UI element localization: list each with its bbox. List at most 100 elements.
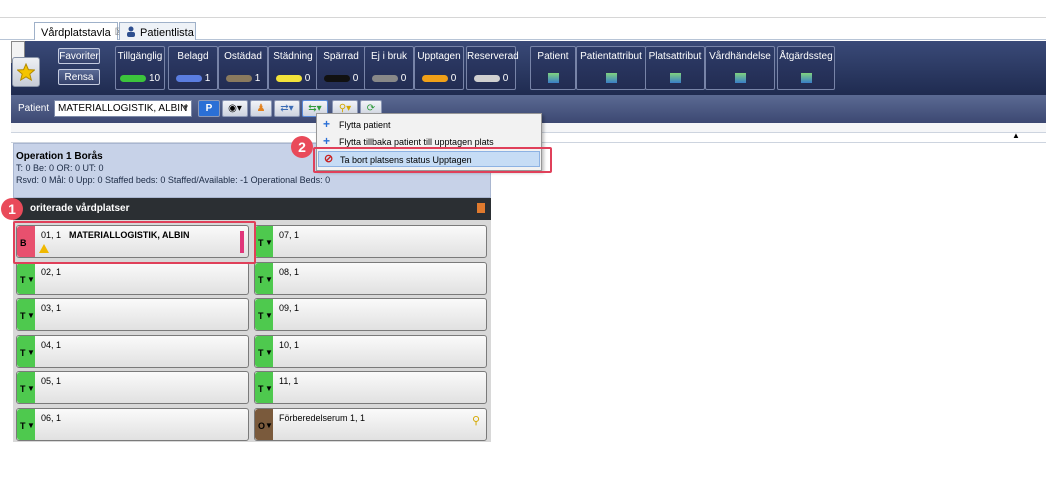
status-filter-label: Spärrad xyxy=(323,51,359,62)
status-filter-5[interactable]: Spärrad 0 xyxy=(316,46,366,90)
status-filter-8[interactable]: Reserverad 0 xyxy=(466,46,519,90)
bed-status-strip: O ▼ xyxy=(255,408,273,440)
patient-select[interactable]: MATERIALLOGISTIK, ALBIN ▾ xyxy=(54,100,192,117)
status-filter-indicator: 0 xyxy=(320,70,362,86)
status-color-pill xyxy=(175,74,202,82)
status-filter-11[interactable]: Platsattribut xyxy=(645,46,705,90)
bed-card[interactable]: T ▼ 02, 1 xyxy=(16,261,249,295)
bed-card[interactable]: T ▼ 09, 1 xyxy=(254,298,487,331)
status-count: 0 xyxy=(502,72,509,84)
patient-select-value: MATERIALLOGISTIK, ALBIN xyxy=(58,103,188,114)
bed-menu-arrow-icon[interactable]: ▼ xyxy=(27,311,35,320)
patient-label: Patient xyxy=(18,103,50,114)
status-filter-12[interactable]: Vårdhändelse xyxy=(705,46,775,90)
status-filter-7[interactable]: Upptagen 0 xyxy=(414,46,464,90)
bed-status-code: O xyxy=(258,420,266,431)
status-filter-10[interactable]: Patientattribut xyxy=(576,46,646,90)
tab-label: Patientlista xyxy=(140,26,194,39)
note-icon[interactable] xyxy=(477,203,485,213)
status-count: 1 xyxy=(254,72,261,84)
bed-id: Förberedelserum 1, 1 xyxy=(279,412,366,423)
bed-menu-arrow-icon[interactable]: ▼ xyxy=(27,348,35,357)
plus-icon: + xyxy=(323,134,331,148)
status-color-pill xyxy=(473,74,500,82)
bed-status-code: T xyxy=(20,274,26,285)
bed-card[interactable]: T ▼ 06, 1 xyxy=(16,407,249,441)
bed-status-strip: T ▼ xyxy=(255,226,273,257)
transfer-icon: ⇄▾ xyxy=(280,103,294,114)
bed-menu-arrow-icon[interactable]: ▼ xyxy=(265,238,273,247)
bed-status-code: T xyxy=(258,347,264,358)
status-filter-1[interactable]: Tillgänglig 10 xyxy=(115,46,165,90)
attribute-icon xyxy=(800,73,812,83)
bed-status-code: T xyxy=(258,311,264,321)
parking-p-button[interactable]: P xyxy=(198,100,220,117)
bed-status-strip: T ▼ xyxy=(17,408,35,440)
status-filter-indicator: 0 xyxy=(470,70,512,86)
status-filter-label: Vårdhändelse xyxy=(709,51,771,62)
status-filter-4[interactable]: Städning 0 xyxy=(268,46,318,90)
tab-vardplatstavla[interactable]: Vårdplatstavla ☒ xyxy=(34,22,124,40)
bed-id: 03, 1 xyxy=(41,303,62,313)
attribute-icon xyxy=(547,73,559,83)
person-add-icon: ♟ xyxy=(256,103,266,114)
bed-group-header[interactable]: oriterade vårdplatser xyxy=(13,198,491,220)
bed-label: 02, 1 xyxy=(41,267,61,277)
status-filter-label: Tillgänglig xyxy=(117,51,163,62)
bed-menu-arrow-icon[interactable]: ▼ xyxy=(27,275,35,284)
bed-menu-arrow-icon[interactable]: ▼ xyxy=(265,384,273,393)
bed-card[interactable]: T ▼ 08, 1 xyxy=(254,261,487,295)
tab-patientlista[interactable]: Patientlista xyxy=(119,22,196,40)
bed-label: 09, 1 xyxy=(279,303,299,313)
bed-menu-arrow-icon[interactable]: ▼ xyxy=(27,421,35,430)
status-filter-6[interactable]: Ej i bruk 0 xyxy=(364,46,414,90)
bed-menu-arrow-icon[interactable]: ▼ xyxy=(265,348,273,357)
status-filter-indicator: 10 xyxy=(119,70,161,86)
status-filter-13[interactable]: Åtgärdssteg xyxy=(777,46,835,90)
favorites-button[interactable]: Favoriter xyxy=(58,48,100,64)
bed-status-strip: T ▼ xyxy=(255,299,273,330)
bed-card[interactable]: T ▼ 07, 1 xyxy=(254,225,487,258)
status-filter-label: Patient xyxy=(537,51,569,62)
bed-menu-arrow-icon[interactable]: ▼ xyxy=(27,384,35,393)
status-filter-label: Ej i bruk xyxy=(370,51,408,62)
view-dropdown-button[interactable]: ◉▾ xyxy=(222,100,248,117)
status-filter-indicator: 1 xyxy=(172,70,214,86)
bed-id: 07, 1 xyxy=(279,230,300,240)
bed-menu-arrow-icon[interactable]: ▼ xyxy=(265,275,273,284)
bed-card[interactable]: T ▼ 05, 1 xyxy=(16,371,249,404)
bed-id: 06, 1 xyxy=(41,412,62,423)
bed-card[interactable]: T ▼ 11, 1 xyxy=(254,371,487,404)
menu-item-move-patient[interactable]: + Flytta patient xyxy=(318,117,540,133)
attribute-icon xyxy=(605,73,617,83)
transfer-dropdown-button[interactable]: ⇄▾ xyxy=(274,100,300,117)
tabs-row: Vårdplatstavla ☒ Patientlista xyxy=(0,18,1046,40)
bed-status-code: T xyxy=(258,238,264,248)
status-filter-2[interactable]: Belagd 1 xyxy=(168,46,218,90)
bed-status-code: T xyxy=(258,384,264,394)
bed-group-title: oriterade vårdplatser xyxy=(30,203,130,214)
status-filter-indicator xyxy=(534,70,572,86)
status-filter-label: Upptagen xyxy=(417,51,461,62)
patient-assign-button[interactable]: ♟ xyxy=(250,100,272,117)
department-summary-line: Rsvd: 0 Mål: 0 Upp: 0 Staffed beds: 0 St… xyxy=(16,175,331,185)
bed-id: 10, 1 xyxy=(279,339,300,350)
bed-card[interactable]: T ▼ 03, 1 xyxy=(16,298,249,331)
broom-icon: ⚲ xyxy=(471,414,480,427)
bed-card[interactable]: T ▼ 04, 1 xyxy=(16,334,249,368)
bed-menu-arrow-icon[interactable]: ▼ xyxy=(265,421,273,430)
status-filter-indicator xyxy=(781,70,831,86)
person-icon xyxy=(126,26,136,40)
favorites-star-button[interactable] xyxy=(12,57,40,87)
tab-label: Vårdplatstavla xyxy=(41,26,111,39)
bed-card[interactable]: O ▼ Förberedelserum 1, 1 ⚲ xyxy=(254,407,487,441)
bed-card[interactable]: T ▼ 10, 1 xyxy=(254,334,487,368)
bed-label: 06, 1 xyxy=(41,413,61,423)
status-filter-indicator xyxy=(709,70,771,86)
clear-button[interactable]: Rensa xyxy=(58,69,100,85)
status-filter-3[interactable]: Ostädad 1 xyxy=(218,46,268,90)
collapse-up-icon[interactable]: ▲ xyxy=(1012,131,1020,140)
bed-menu-arrow-icon[interactable]: ▼ xyxy=(265,311,273,320)
bed-status-strip: T ▼ xyxy=(17,335,35,367)
status-filter-9[interactable]: Patient xyxy=(530,46,576,90)
